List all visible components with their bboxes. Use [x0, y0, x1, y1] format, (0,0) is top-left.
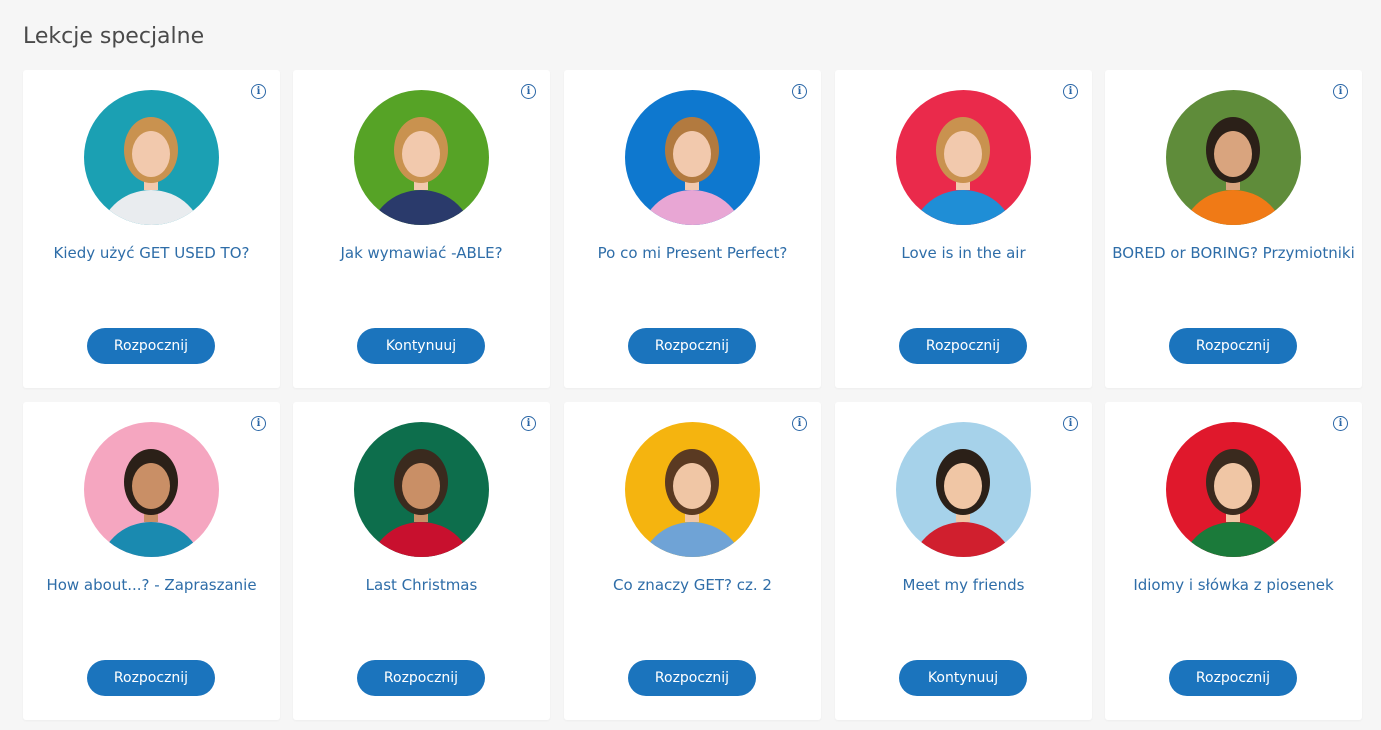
info-icon[interactable]: i [1333, 84, 1348, 99]
lesson-card[interactable]: i Meet my friends Kontynuuj [835, 402, 1092, 720]
lesson-title[interactable]: Meet my friends [835, 576, 1092, 594]
start-button[interactable]: Rozpocznij [628, 660, 756, 696]
lesson-thumbnail[interactable] [84, 422, 219, 557]
lesson-title[interactable]: BORED or BORING? Przymiotniki [1105, 244, 1362, 262]
lesson-title[interactable]: Idiomy i słówka z piosenek [1105, 576, 1362, 594]
start-button[interactable]: Rozpocznij [1169, 328, 1297, 364]
lesson-card[interactable]: i Po co mi Present Perfect? Rozpocznij [564, 70, 821, 388]
lesson-thumbnail[interactable] [896, 422, 1031, 557]
start-button[interactable]: Rozpocznij [87, 328, 215, 364]
start-button[interactable]: Rozpocznij [628, 328, 756, 364]
lesson-thumbnail[interactable] [625, 90, 760, 225]
lesson-thumbnail[interactable] [354, 422, 489, 557]
lesson-title[interactable]: How about...? - Zapraszanie [23, 576, 280, 594]
lesson-title[interactable]: Co znaczy GET? cz. 2 [564, 576, 821, 594]
start-button[interactable]: Rozpocznij [357, 660, 485, 696]
start-button[interactable]: Rozpocznij [899, 328, 1027, 364]
info-icon[interactable]: i [521, 84, 536, 99]
info-icon[interactable]: i [1063, 84, 1078, 99]
lesson-thumbnail[interactable] [1166, 90, 1301, 225]
lesson-title[interactable]: Last Christmas [293, 576, 550, 594]
info-icon[interactable]: i [792, 416, 807, 431]
lesson-thumbnail[interactable] [354, 90, 489, 225]
lesson-thumbnail[interactable] [896, 90, 1031, 225]
info-icon[interactable]: i [251, 84, 266, 99]
lesson-title[interactable]: Kiedy użyć GET USED TO? [23, 244, 280, 262]
lesson-card[interactable]: i BORED or BORING? Przymiotniki Rozpocznij [1105, 70, 1362, 388]
start-button[interactable]: Rozpocznij [1169, 660, 1297, 696]
lesson-card[interactable]: i Co znaczy GET? cz. 2 Rozpocznij [564, 402, 821, 720]
lesson-thumbnail[interactable] [1166, 422, 1301, 557]
lesson-card[interactable]: i How about...? - Zapraszanie Rozpocznij [23, 402, 280, 720]
lesson-card[interactable]: i Last Christmas Rozpocznij [293, 402, 550, 720]
lesson-card[interactable]: i Kiedy użyć GET USED TO? Rozpocznij [23, 70, 280, 388]
continue-button[interactable]: Kontynuuj [357, 328, 485, 364]
lesson-card[interactable]: i Idiomy i słówka z piosenek Rozpocznij [1105, 402, 1362, 720]
page-title: Lekcje specjalne [23, 24, 205, 49]
lesson-title[interactable]: Jak wymawiać -ABLE? [293, 244, 550, 262]
lesson-card[interactable]: i Love is in the air Rozpocznij [835, 70, 1092, 388]
info-icon[interactable]: i [1333, 416, 1348, 431]
start-button[interactable]: Rozpocznij [87, 660, 215, 696]
lesson-thumbnail[interactable] [84, 90, 219, 225]
lesson-thumbnail[interactable] [625, 422, 760, 557]
info-icon[interactable]: i [1063, 416, 1078, 431]
info-icon[interactable]: i [792, 84, 807, 99]
lesson-title[interactable]: Love is in the air [835, 244, 1092, 262]
continue-button[interactable]: Kontynuuj [899, 660, 1027, 696]
lesson-card[interactable]: i Jak wymawiać -ABLE? Kontynuuj [293, 70, 550, 388]
info-icon[interactable]: i [521, 416, 536, 431]
info-icon[interactable]: i [251, 416, 266, 431]
lesson-title[interactable]: Po co mi Present Perfect? [564, 244, 821, 262]
